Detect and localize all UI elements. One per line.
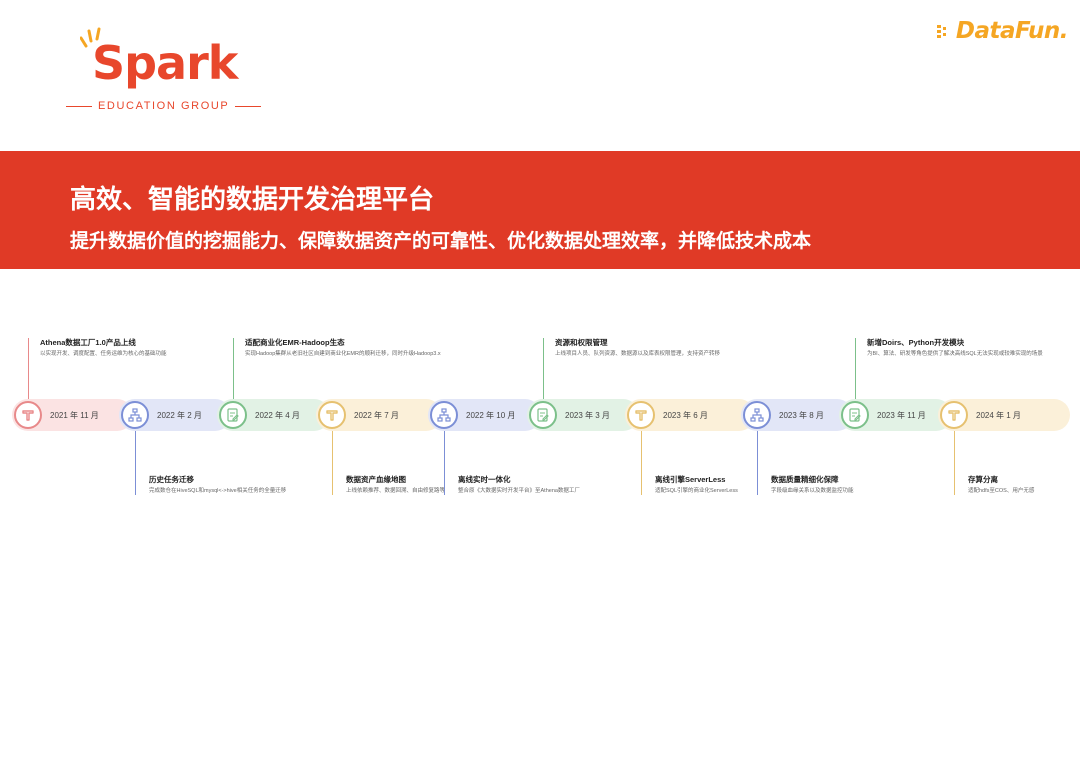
event-title: 存算分离 [968,475,998,484]
t-tool-icon [318,401,346,429]
timeline-event: 存算分离适配hdfs至COS、用户无感 [968,475,1080,495]
event-stem [641,431,642,495]
timeline-date: 2022 年 7 月 [354,410,399,420]
event-description: 整合原《大数据实时开发平台》至Athena数据工厂 [458,488,580,494]
event-stem [332,431,333,495]
event-stem [543,338,544,399]
timeline-date: 2022 年 10 月 [466,410,516,420]
timeline-event: 离线实时一体化整合原《大数据实时开发平台》至Athena数据工厂 [458,475,668,495]
event-description: 适配hdfs至COS、用户无感 [968,488,1035,494]
banner-subtitle: 提升数据价值的挖掘能力、保障数据资产的可靠性、优化数据处理效率，并降低技术成本 [70,230,812,252]
edit-doc-icon [219,401,247,429]
spark-wordmark: Spark [92,36,238,90]
event-title: 适配商业化EMR-Hadoop生态 [245,338,345,347]
t-tool-icon [940,401,968,429]
event-title: 资源和权限管理 [555,338,608,347]
datafun-wordmark: DataFun. [955,18,1069,44]
timeline-node: 2023 年 11 月 [839,399,926,431]
spark-tagline-text: EDUCATION GROUP [98,100,230,112]
timeline-node: 2023 年 6 月 [625,399,708,431]
hierarchy-icon [743,401,771,429]
event-description: 为BI、算法、研发等角色提供了解决高线SQL无法实现或较难实现的场景 [867,351,1043,357]
timeline-node: 2022 年 10 月 [428,399,515,431]
title-banner: 高效、智能的数据开发治理平台 提升数据价值的挖掘能力、保障数据资产的可靠性、优化… [0,151,1080,269]
edit-doc-icon [529,401,557,429]
t-tool-icon [14,401,42,429]
timeline-event: 历史任务迁移完成数仓在HiveSQL和mysql<->hive相关任务的全量迁移 [149,475,359,495]
timeline-node: 2022 年 4 月 [217,399,300,431]
timeline-event: 数据质量精细化保障字段级血缘关系以及数据监控功能 [771,475,981,495]
event-description: 以实现开发、调度配置、任务运维为核心的基础功能 [40,351,167,357]
timeline-event: 资源和权限管理上线项目人员、队列资源、数据源以及库表权限管理，支持资产转移 [555,338,765,358]
event-stem [135,431,136,495]
timeline-event: 新增Doirs、Python开发模块为BI、算法、研发等角色提供了解决高线SQL… [867,338,1077,358]
event-title: 数据质量精细化保障 [771,475,839,484]
timeline-node: 2021 年 11 月 [12,399,99,431]
event-stem [954,431,955,495]
timeline: 2021 年 11 月 2022 年 2 月 2022 年 4 月 2022 年 7 … [0,300,1080,540]
timeline-event: Athena数据工厂1.0产品上线以实现开发、调度配置、任务运维为核心的基础功能 [40,338,250,358]
event-description: 上线项目人员、队列资源、数据源以及库表权限管理，支持资产转移 [555,351,721,357]
timeline-date: 2022 年 2 月 [157,410,202,420]
timeline-date: 2024 年 1 月 [976,410,1021,420]
timeline-date: 2021 年 11 月 [50,410,99,420]
timeline-date: 2023 年 3 月 [565,410,610,420]
datafun-mark-icon [936,25,946,38]
datafun-logo: DataFun. [936,18,1069,44]
event-title: 历史任务迁移 [149,475,194,484]
spark-tagline: EDUCATION GROUP [66,100,262,112]
event-description: 实现Hadoop集群从老旧社区自建到商业化EMR的顺利迁移，同时升级Hadoop… [245,351,441,357]
timeline-node: 2024 年 1 月 [938,399,1021,431]
timeline-node: 2023 年 3 月 [527,399,610,431]
edit-doc-icon [841,401,869,429]
hierarchy-icon [430,401,458,429]
timeline-node: 2022 年 7 月 [316,399,399,431]
timeline-date: 2023 年 11 月 [877,410,926,420]
event-stem [444,431,445,495]
timeline-date: 2022 年 4 月 [255,410,300,420]
event-title: 离线实时一体化 [458,475,511,484]
event-stem [855,338,856,399]
event-description: 完成数仓在HiveSQL和mysql<->hive相关任务的全量迁移 [149,488,287,494]
timeline-node: 2022 年 2 月 [119,399,202,431]
event-stem [757,431,758,495]
hierarchy-icon [121,401,149,429]
t-tool-icon [627,401,655,429]
spark-logo: Spark EDUCATION GROUP [66,26,262,116]
event-stem [28,338,29,399]
timeline-event: 适配商业化EMR-Hadoop生态实现Hadoop集群从老旧社区自建到商业化EM… [245,338,455,358]
timeline-date: 2023 年 8 月 [779,410,824,420]
event-description: 字段级血缘关系以及数据监控功能 [771,488,854,494]
event-stem [233,338,234,399]
timeline-date: 2023 年 6 月 [663,410,708,420]
banner-title: 高效、智能的数据开发治理平台 [70,185,435,215]
event-title: 新增Doirs、Python开发模块 [867,338,965,347]
timeline-node: 2023 年 8 月 [741,399,824,431]
event-title: Athena数据工厂1.0产品上线 [40,338,136,347]
